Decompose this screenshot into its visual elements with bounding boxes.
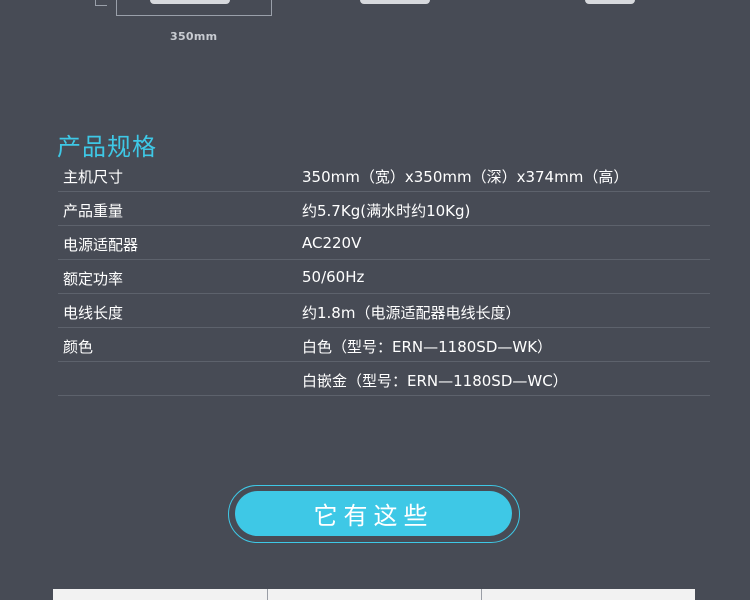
- spec-row-adapter: 电源适配器 AC220V: [58, 226, 710, 260]
- spec-value: 白色（型号：ERN—1180SD—WK）: [302, 338, 553, 356]
- spec-label: 产品重量: [63, 202, 124, 220]
- features-button[interactable]: 它有这些: [235, 491, 512, 536]
- spec-row-size: 主机尺寸 350mm（宽）x350mm（深）x374mm（高）: [58, 158, 710, 192]
- product-base-middle: [360, 0, 430, 4]
- spec-value: 约1.8m（电源适配器电线长度）: [302, 304, 521, 322]
- spec-row-power: 额定功率 50/60Hz: [58, 260, 710, 294]
- spec-label: 电源适配器: [63, 236, 139, 254]
- spec-row-color-alt: 白嵌金（型号：ERN—1180SD—WC）: [58, 362, 710, 396]
- dimension-label: 350mm: [170, 30, 218, 43]
- spec-row-color: 颜色 白色（型号：ERN—1180SD—WK）: [58, 328, 710, 362]
- spec-value: 50/60Hz: [302, 268, 365, 286]
- spec-title: 产品规格: [57, 133, 157, 161]
- strip-divider: [267, 589, 268, 600]
- spec-value: 约5.7Kg(满水时约10Kg): [302, 202, 471, 220]
- spec-row-cable: 电线长度 约1.8m（电源适配器电线长度）: [58, 294, 710, 328]
- cta-button-frame: 它有这些: [228, 485, 520, 543]
- spec-label: 主机尺寸: [63, 168, 124, 186]
- product-base-right: [585, 0, 635, 4]
- spec-value: AC220V: [302, 234, 362, 252]
- spec-table: 主机尺寸 350mm（宽）x350mm（深）x374mm（高） 产品重量 约5.…: [58, 158, 710, 396]
- next-section-strip: [53, 589, 695, 600]
- spec-row-weight: 产品重量 约5.7Kg(满水时约10Kg): [58, 192, 710, 226]
- strip-divider: [481, 589, 482, 600]
- spec-label: 额定功率: [63, 270, 124, 288]
- spec-value: 350mm（宽）x350mm（深）x374mm（高）: [302, 168, 629, 186]
- spec-value: 白嵌金（型号：ERN—1180SD—WC）: [302, 372, 568, 390]
- product-image-bottom: 350mm: [0, 0, 750, 60]
- dimension-line-stub: [95, 0, 107, 6]
- spec-label: 颜色: [63, 338, 94, 356]
- spec-label: 电线长度: [63, 304, 124, 322]
- product-base-left: [150, 0, 230, 4]
